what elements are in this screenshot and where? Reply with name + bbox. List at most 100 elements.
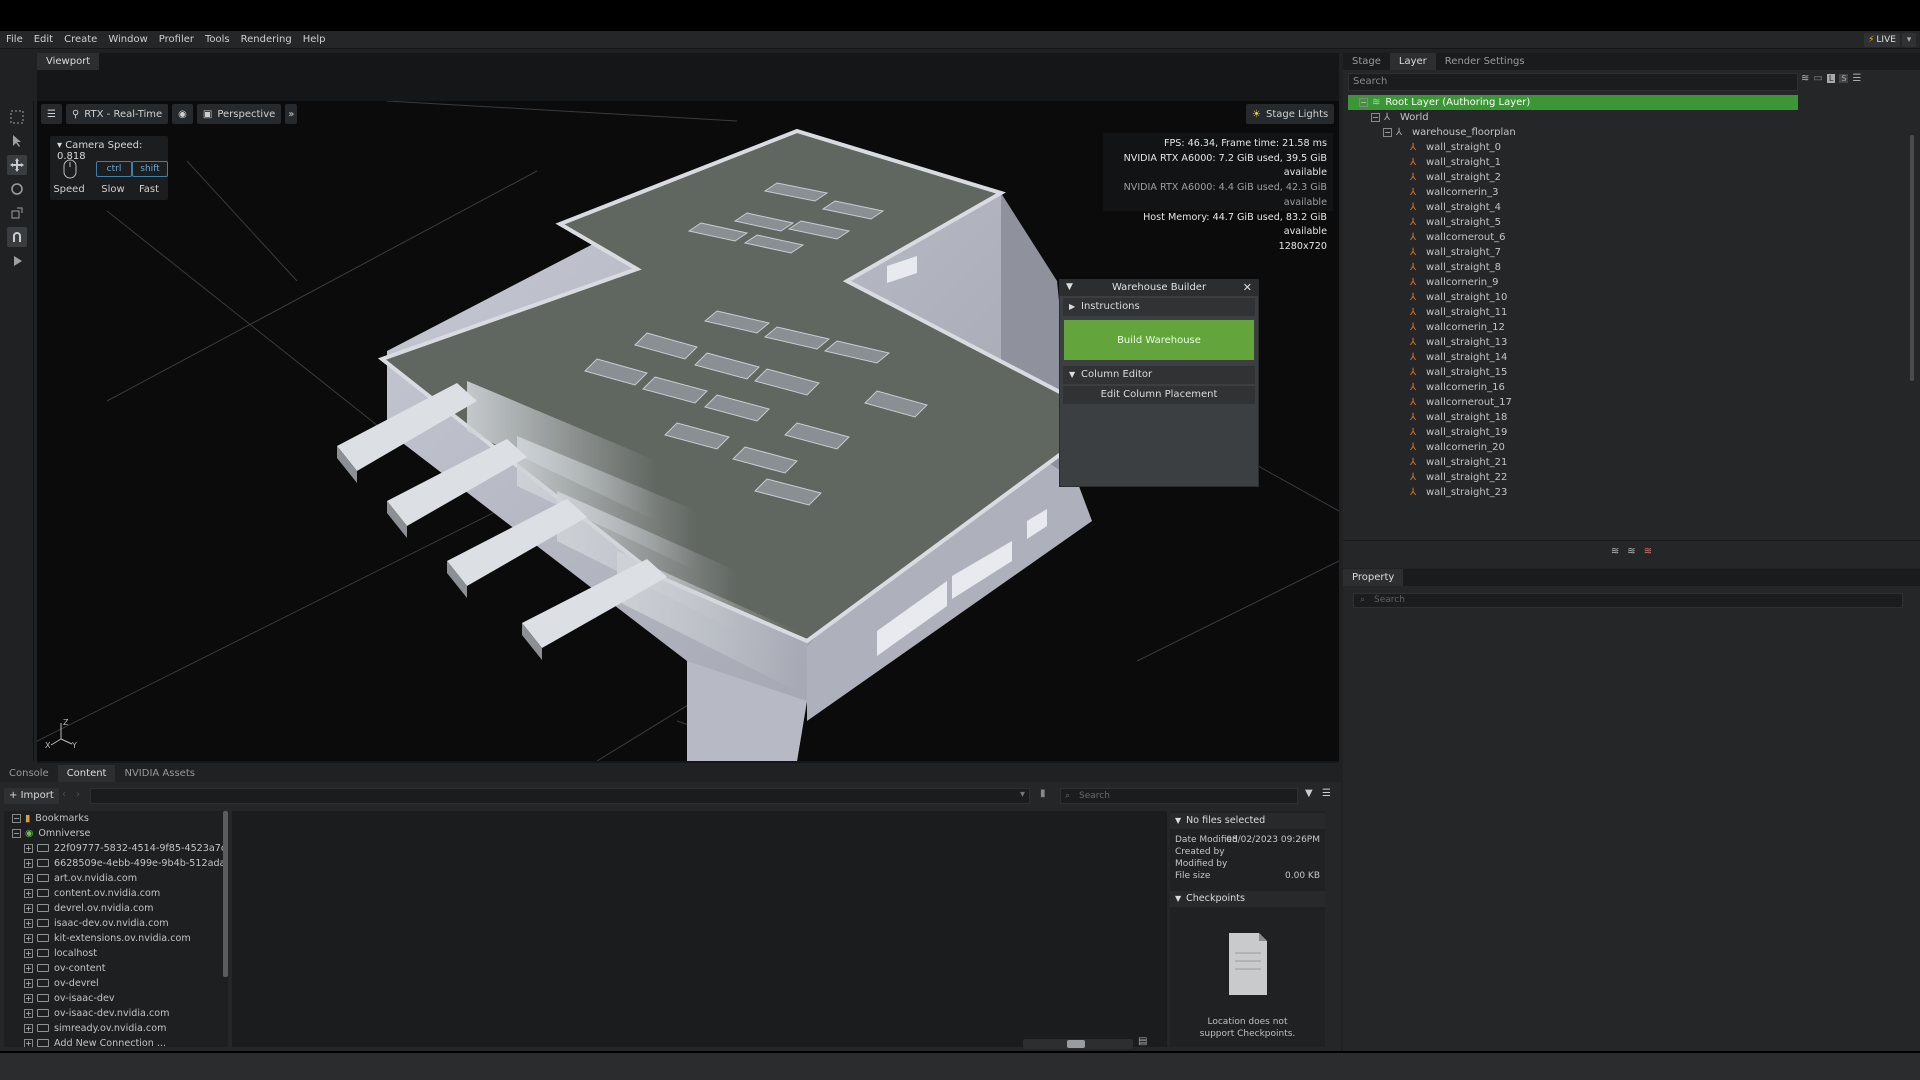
column-editor-section[interactable]: ▼ Column Editor (1063, 366, 1255, 384)
thumbnail-size-slider[interactable] (1023, 1039, 1133, 1049)
select-tool[interactable] (7, 107, 27, 127)
save-icon[interactable]: ▭ (1813, 73, 1822, 84)
solo-layer-icon[interactable]: S (1839, 74, 1849, 83)
expand-icon[interactable]: + (24, 873, 33, 883)
expand-icon[interactable]: + (24, 843, 33, 853)
warehouse-builder-titlebar[interactable]: ▼ Warehouse Builder ✕ (1060, 280, 1258, 296)
edit-column-placement-button[interactable]: Edit Column Placement (1063, 386, 1255, 404)
snap-tool[interactable] (7, 227, 27, 247)
server-row[interactable]: + kit-extensions.ov.nvidia.com (24, 931, 191, 946)
tree-row-prim[interactable]: ⅄ wall_straight_8 (1348, 260, 1910, 275)
live-dropdown[interactable]: ▾ (1902, 33, 1916, 47)
server-row[interactable]: + ov-content (24, 961, 105, 976)
tree-row-prim[interactable]: ⅄ wall_straight_14 (1348, 350, 1910, 365)
tab-layer[interactable]: Layer (1389, 53, 1436, 70)
forward-icon[interactable]: › (76, 789, 80, 800)
lock-layer-icon[interactable]: L (1826, 74, 1836, 83)
tree-row-bookmarks[interactable]: − ▮ Bookmarks (12, 811, 89, 826)
tree-row-prim[interactable]: ⅄ wallcornerin_9 (1348, 275, 1910, 290)
tree-row-prim[interactable]: ⅄ wall_straight_5 (1348, 215, 1910, 230)
expand-icon[interactable]: + (24, 858, 33, 868)
path-input[interactable] (90, 788, 1030, 804)
expand-icon[interactable]: + (24, 1008, 33, 1018)
server-row[interactable]: + ov-devrel (24, 976, 99, 991)
remove-layer-icon[interactable]: ≋ (1644, 546, 1652, 557)
menu-tools[interactable]: Tools (205, 34, 230, 45)
layer-search-input[interactable]: Search (1348, 73, 1798, 91)
expand-icon[interactable]: + (24, 1038, 33, 1047)
layers-icon[interactable]: ≋ (1801, 73, 1809, 84)
expand-icon[interactable]: + (24, 933, 33, 943)
expand-icon[interactable]: + (24, 948, 33, 958)
filter-icon[interactable]: ▼ (1305, 788, 1313, 799)
stage-lights-button[interactable]: ☀ Stage Lights (1246, 104, 1335, 124)
viewport-settings-button[interactable]: ☰ (41, 104, 62, 124)
tree-row-prim[interactable]: ⅄ wall_straight_15 (1348, 365, 1910, 380)
menu-icon[interactable]: ☰ (1852, 73, 1861, 84)
tree-row-prim[interactable]: ⅄ wall_straight_0 (1348, 140, 1910, 155)
camera-button[interactable]: ▣ Perspective (196, 104, 282, 124)
bookmark-icon[interactable]: ▮ (1040, 788, 1046, 799)
server-row[interactable]: + content.ov.nvidia.com (24, 886, 160, 901)
menu-create[interactable]: Create (64, 34, 97, 45)
tree-row-prim[interactable]: ⅄ wallcornerout_6 (1348, 230, 1910, 245)
server-row[interactable]: + devrel.ov.nvidia.com (24, 901, 153, 916)
tree-row-prim[interactable]: ⅄ wallcornerin_16 (1348, 380, 1910, 395)
expand-icon[interactable]: + (24, 1023, 33, 1033)
tree-row-prim[interactable]: ⅄ wall_straight_13 (1348, 335, 1910, 350)
tree-row-prim[interactable]: ⅄ wall_straight_1 (1348, 155, 1910, 170)
menu-rendering[interactable]: Rendering (241, 34, 292, 45)
toolbar-expand-button[interactable]: » (285, 104, 298, 124)
instructions-section[interactable]: ▶ Instructions (1063, 298, 1255, 316)
server-row[interactable]: +6628509e-4ebb-499e-9b4b-512ada1dcl (24, 856, 228, 871)
menu-help[interactable]: Help (303, 34, 326, 45)
expand-icon[interactable]: + (24, 888, 33, 898)
tree-row-prim[interactable]: ⅄ wall_straight_2 (1348, 170, 1910, 185)
expand-icon[interactable]: + (24, 963, 33, 973)
menu-file[interactable]: File (6, 34, 23, 45)
tree-row-prim[interactable]: ⅄ wallcornerin_3 (1348, 185, 1910, 200)
server-row[interactable]: + ov-isaac-dev.nvidia.com (24, 1006, 169, 1021)
options-menu-icon[interactable]: ☰ (1322, 788, 1331, 799)
tree-row-prim[interactable]: ⅄ wall_straight_4 (1348, 200, 1910, 215)
expand-icon[interactable]: + (24, 903, 33, 913)
no-files-header[interactable]: ▼ No files selected (1170, 813, 1325, 829)
server-row[interactable]: + Add New Connection ... (24, 1036, 166, 1047)
path-dropdown-icon[interactable]: ▾ (1020, 789, 1025, 800)
expand-icon[interactable]: + (24, 978, 33, 988)
server-row[interactable]: +22f09777-5832-4514-9f85-4523a7c9dfc (24, 841, 228, 856)
tree-row-prim[interactable]: ⅄ wall_straight_11 (1348, 305, 1910, 320)
display-options-button[interactable]: ◉ (172, 104, 193, 124)
property-search-input[interactable]: ⌕ Search (1353, 593, 1903, 608)
tree-row-prim[interactable]: ⅄ wall_straight_23 (1348, 485, 1910, 500)
slider-knob[interactable] (1067, 1040, 1085, 1048)
tree-row-floorplan[interactable]: − ⅄ warehouse_floorplan (1348, 125, 1910, 140)
play-tool[interactable] (7, 251, 27, 271)
content-tree-scrollbar[interactable] (223, 811, 228, 977)
server-row[interactable]: + isaac-dev.ov.nvidia.com (24, 916, 169, 931)
renderer-button[interactable]: ⚲ RTX - Real-Time (65, 104, 169, 124)
content-search-input[interactable]: ⌕ Search (1060, 788, 1298, 804)
tree-row-prim[interactable]: ⅄ wallcornerin_20 (1348, 440, 1910, 455)
tree-row-root-layer[interactable]: − ≋ Root Layer (Authoring Layer) (1348, 95, 1798, 110)
menu-profiler[interactable]: Profiler (159, 34, 194, 45)
server-row[interactable]: + ov-isaac-dev (24, 991, 115, 1006)
tree-row-prim[interactable]: ⅄ wallcornerin_12 (1348, 320, 1910, 335)
tree-row-prim[interactable]: ⅄ wall_straight_18 (1348, 410, 1910, 425)
import-button[interactable]: + Import (4, 788, 59, 804)
server-row[interactable]: + simready.ov.nvidia.com (24, 1021, 166, 1036)
tab-stage[interactable]: Stage (1343, 53, 1390, 70)
tab-viewport[interactable]: Viewport (37, 53, 100, 70)
tree-row-omniverse[interactable]: − ◉ Omniverse (12, 826, 90, 841)
add-layer-icon[interactable]: ≋ (1611, 546, 1619, 557)
checkpoints-header[interactable]: ▼ Checkpoints (1170, 891, 1325, 907)
tree-row-prim[interactable]: ⅄ wall_straight_10 (1348, 290, 1910, 305)
expand-icon[interactable]: + (24, 993, 33, 1003)
rotate-tool[interactable] (7, 179, 27, 199)
menu-window[interactable]: Window (108, 34, 147, 45)
tree-row-prim[interactable]: ⅄ wall_straight_22 (1348, 470, 1910, 485)
tab-render-settings[interactable]: Render Settings (1436, 53, 1534, 70)
insert-layer-icon[interactable]: ≋ (1627, 546, 1635, 557)
move-tool[interactable] (7, 155, 27, 175)
close-icon[interactable]: ✕ (1243, 281, 1252, 294)
